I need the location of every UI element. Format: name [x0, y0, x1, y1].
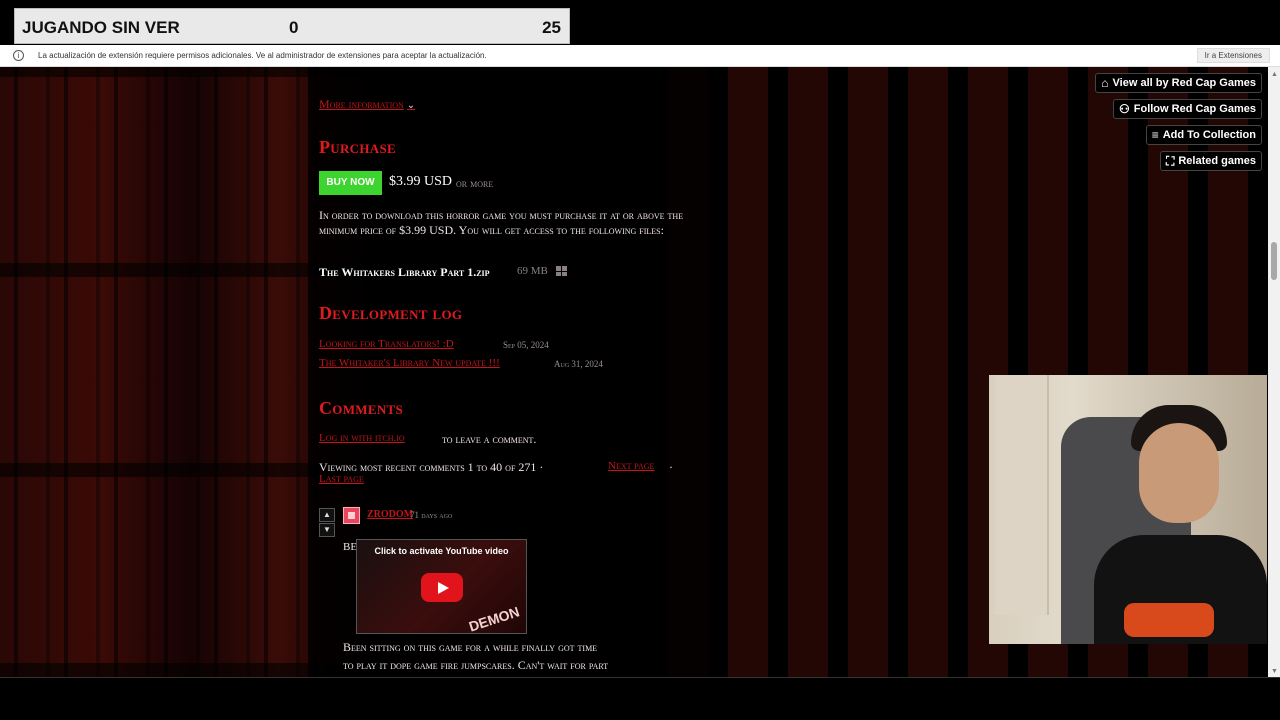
- overlay-label: JUGANDO SIN VER: [22, 18, 180, 37]
- background-door: [995, 375, 1049, 615]
- comment-body-line: Been sitting on this game for a while fi…: [343, 640, 598, 654]
- comment-age: 71 days ago: [410, 510, 453, 520]
- youtube-embed[interactable]: Click to activate YouTube video DEMON: [356, 539, 527, 634]
- person-head: [1139, 423, 1219, 523]
- overlay-score-right: 25: [542, 18, 561, 37]
- downvote-button[interactable]: ▼: [319, 523, 335, 537]
- follow-label: Follow Red Cap Games: [1133, 103, 1256, 115]
- devlog-item-translators[interactable]: Looking for Translators! :D: [319, 338, 454, 350]
- store-icon: ⌂: [1101, 76, 1109, 90]
- comment-body-start: BE: [343, 541, 358, 553]
- file-name: The Whitakers Library Part 1.zip: [319, 265, 490, 279]
- price: $3.99 USD: [389, 174, 453, 189]
- shirt-graphic: [1124, 603, 1214, 637]
- scrollbar-thumb[interactable]: [1271, 242, 1277, 280]
- more-information-link[interactable]: More information ⌄: [319, 97, 415, 112]
- go-to-extensions-button[interactable]: Ir a Extensiones: [1196, 48, 1270, 63]
- devlog-date: Aug 31, 2024: [554, 359, 603, 369]
- or-more-label: or more: [456, 176, 494, 190]
- more-information-label: More information: [319, 97, 404, 111]
- purchase-heading: Purchase: [319, 137, 396, 157]
- add-collection-label: Add To Collection: [1162, 129, 1256, 141]
- webcam-overlay: [989, 375, 1267, 644]
- follow-button[interactable]: ⚇ Follow Red Cap Games: [1112, 99, 1262, 119]
- related-label: Related games: [1178, 155, 1256, 167]
- upvote-button[interactable]: ▲: [319, 508, 335, 522]
- comment-username[interactable]: ZRODOM: [367, 509, 413, 520]
- scroll-down-icon[interactable]: ▼: [1271, 667, 1278, 675]
- chevron-down-icon: ⌄: [406, 100, 416, 111]
- next-page-link[interactable]: Next page: [608, 460, 654, 472]
- youtube-play-icon[interactable]: [421, 573, 463, 602]
- extension-info-bar: i La actualización de extensión requiere…: [0, 45, 1280, 67]
- map-icon: ⛶: [1165, 153, 1175, 168]
- buy-now-button[interactable]: BUY NOW: [319, 171, 382, 195]
- devlog-date: Sep 05, 2024: [503, 340, 549, 350]
- purchase-description: In order to download this horror game yo…: [319, 208, 684, 237]
- youtube-activate-text: Click to activate YouTube video: [374, 546, 509, 556]
- video-thumbnail-text: DEMON: [466, 603, 522, 634]
- add-user-icon: ⚇: [1118, 102, 1130, 116]
- view-all-label: View all by Red Cap Games: [1112, 77, 1256, 89]
- file-size: 69 MB: [517, 265, 548, 277]
- devlog-item-update[interactable]: The Whitaker's Library New update !!!: [319, 357, 500, 369]
- add-list-icon: ≡: [1151, 128, 1159, 142]
- separator: ·: [669, 460, 673, 474]
- last-page-link[interactable]: Last page: [319, 473, 364, 485]
- view-all-button[interactable]: ⌂ View all by Red Cap Games: [1095, 73, 1262, 93]
- windows-icon: [556, 266, 567, 276]
- comments-heading: Comments: [319, 398, 404, 418]
- comment-body-line: to play it dope game fire jumpscares. Ca…: [343, 658, 609, 672]
- login-link[interactable]: Log in with itch.io: [319, 432, 405, 444]
- add-to-collection-button[interactable]: ≡ Add To Collection: [1145, 125, 1262, 145]
- scroll-up-icon[interactable]: ▲: [1271, 70, 1278, 78]
- related-games-button[interactable]: ⛶ Related games: [1159, 151, 1262, 171]
- bottom-strip: [0, 677, 1280, 720]
- stream-score-overlay: JUGANDO SIN VER 0 25: [14, 8, 570, 44]
- overlay-score-left: 0: [289, 18, 299, 37]
- info-icon: i: [13, 50, 24, 61]
- avatar[interactable]: [343, 507, 360, 524]
- login-suffix: to leave a comment.: [442, 432, 537, 446]
- page-scrollbar[interactable]: ▲ ▼: [1268, 67, 1280, 677]
- info-message: La actualización de extensión requiere p…: [38, 51, 487, 60]
- devlog-heading: Development log: [319, 303, 463, 323]
